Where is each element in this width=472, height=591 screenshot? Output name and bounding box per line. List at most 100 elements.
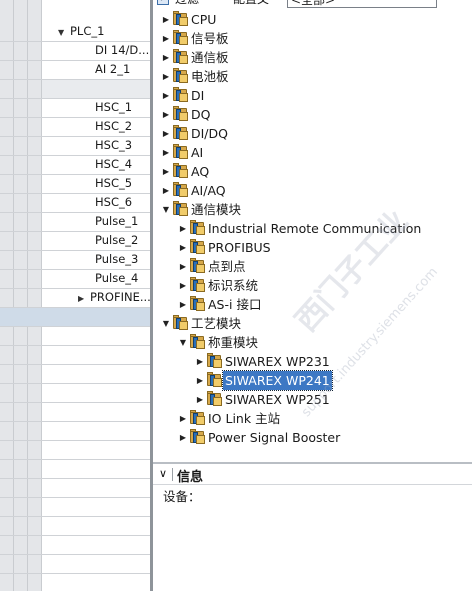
device-overview-row[interactable]: Pulse_4: [95, 269, 150, 288]
device-overview-row[interactable]: HSC_4: [95, 155, 150, 174]
collapsed-arrow-icon[interactable]: ▶: [161, 29, 171, 48]
collapsed-arrow-icon[interactable]: ▶: [161, 105, 171, 124]
device-overview-row[interactable]: Pulse_1: [95, 212, 150, 231]
row-divider: [0, 478, 150, 479]
collapsed-arrow-icon[interactable]: ▶: [161, 67, 171, 86]
collapsed-arrow-icon[interactable]: ▶: [178, 295, 188, 314]
catalog-tree-item[interactable]: ▶ DI: [161, 86, 472, 105]
catalog-tree-item[interactable]: ▶ DQ: [161, 105, 472, 124]
catalog-tree-item[interactable]: ▼ 工艺模块: [161, 314, 472, 333]
device-overview-row[interactable]: HSC_1: [95, 98, 150, 117]
catalog-tree-item[interactable]: ▼ 称重模块: [178, 333, 472, 352]
info-panel-header[interactable]: ∨ 信息: [153, 464, 472, 485]
catalog-tree-item[interactable]: ▶ SIWAREX WP241: [195, 370, 472, 391]
collapsed-arrow-icon[interactable]: ▶: [178, 257, 188, 276]
collapsed-arrow-icon[interactable]: ▶: [178, 276, 188, 295]
catalog-tree-item-label: DQ: [191, 107, 211, 122]
expanded-arrow-icon[interactable]: ▼: [58, 23, 70, 41]
collapsed-arrow-icon[interactable]: ▶: [161, 143, 171, 162]
catalog-tree-item[interactable]: ▶ AI: [161, 143, 472, 162]
catalog-tree-item[interactable]: ▶ AI/AQ: [161, 181, 472, 200]
folder-icon: [172, 182, 188, 197]
catalog-tree-item-label: 称重模块: [208, 335, 259, 350]
row-divider: [0, 345, 150, 346]
collapsed-arrow-icon[interactable]: ▶: [178, 428, 188, 447]
collapsed-arrow-icon[interactable]: ▶: [195, 390, 205, 409]
catalog-tree-item[interactable]: ▶ Industrial Remote Communication: [178, 219, 472, 238]
catalog-tree-item-label: AQ: [191, 164, 210, 179]
expanded-arrow-icon[interactable]: ▼: [161, 314, 171, 333]
chevron-down-icon[interactable]: ∨: [159, 467, 167, 480]
device-overview-row[interactable]: HSC_3: [95, 136, 150, 155]
device-overview-pane: ▼ PLC_1 DI 14/D... AI 2_1 HSC_1 HSC_2 HSC_3 HSC…: [0, 0, 150, 591]
expanded-arrow-icon[interactable]: ▼: [161, 200, 171, 219]
device-overview-row[interactable]: Pulse_3: [95, 250, 150, 269]
device-overview-row[interactable]: HSC_6: [95, 193, 150, 212]
catalog-tree-item[interactable]: ▶ 点到点: [178, 257, 472, 276]
catalog-tree-item-label: 标识系统: [208, 278, 259, 293]
filter-checkbox[interactable]: ✔: [157, 0, 169, 5]
row-divider: [0, 364, 150, 365]
collapsed-arrow-icon[interactable]: ▶: [161, 48, 171, 67]
folder-icon: [189, 258, 205, 273]
collapsed-arrow-icon[interactable]: ▶: [178, 238, 188, 257]
collapsed-arrow-icon[interactable]: ▶: [161, 10, 171, 29]
folder-icon: [172, 87, 188, 102]
catalog-tree-item[interactable]: ▶ Power Signal Booster: [178, 428, 472, 447]
catalog-tree-item-label: 信号板: [191, 31, 229, 46]
device-overview-row[interactable]: HSC_2: [95, 117, 150, 136]
row-divider: [0, 402, 150, 403]
profile-select[interactable]: <全部>: [287, 0, 437, 8]
collapsed-arrow-icon[interactable]: ▶: [78, 289, 90, 307]
collapsed-arrow-icon[interactable]: ▶: [195, 371, 205, 390]
folder-icon: [206, 353, 222, 368]
collapsed-arrow-icon[interactable]: ▶: [195, 352, 205, 371]
catalog-tree-item[interactable]: ▶ 通信板: [161, 48, 472, 67]
catalog-tree-item[interactable]: ▶ IO Link 主站: [178, 409, 472, 428]
catalog-tree-item[interactable]: ▶ CPU: [161, 10, 472, 29]
device-overview-row[interactable]: ▼ PLC_1: [58, 22, 150, 41]
catalog-tree-item[interactable]: ▶ 标识系统: [178, 276, 472, 295]
folder-icon: [172, 201, 188, 216]
catalog-tree-item[interactable]: ▶ DI/DQ: [161, 124, 472, 143]
catalog-tree-item[interactable]: ▶ PROFIBUS: [178, 238, 472, 257]
filter-checkbox-label: 过滤: [175, 0, 199, 8]
catalog-tree-item-label: PROFIBUS: [208, 240, 271, 255]
row-divider: [0, 516, 150, 517]
device-overview-row-label: HSC_4: [95, 157, 133, 171]
catalog-tree-item-label: SIWAREX WP241: [222, 370, 333, 391]
catalog-tree-item-label: 工艺模块: [191, 316, 242, 331]
folder-icon: [172, 125, 188, 140]
catalog-tree-item[interactable]: ▶ 电池板: [161, 67, 472, 86]
info-panel-body: 设备：: [153, 486, 472, 591]
catalog-tree-item[interactable]: ▶ AS-i 接口: [178, 295, 472, 314]
folder-icon: [172, 11, 188, 26]
catalog-tree-item[interactable]: ▶ AQ: [161, 162, 472, 181]
catalog-tree-item[interactable]: ▶ SIWAREX WP231: [195, 352, 472, 371]
profile-label: 配置文: [233, 0, 269, 8]
device-overview-row-label: PROFINE...: [90, 290, 150, 304]
folder-icon: [206, 372, 222, 387]
collapsed-arrow-icon[interactable]: ▶: [161, 86, 171, 105]
folder-icon: [172, 49, 188, 64]
expanded-arrow-icon[interactable]: ▼: [178, 333, 188, 352]
device-overview-row[interactable]: DI 14/D...: [95, 41, 150, 60]
device-overview-row[interactable]: Pulse_2: [95, 231, 150, 250]
folder-icon: [189, 296, 205, 311]
collapsed-arrow-icon[interactable]: ▶: [161, 181, 171, 200]
catalog-tree-item[interactable]: ▶ SIWAREX WP251: [195, 390, 472, 409]
device-overview-row[interactable]: ▶ PROFINE...: [78, 288, 150, 307]
collapsed-arrow-icon[interactable]: ▶: [178, 409, 188, 428]
device-overview-row[interactable]: HSC_5: [95, 174, 150, 193]
catalog-tree-item[interactable]: ▼ 通信模块: [161, 200, 472, 219]
device-label: 设备：: [163, 489, 201, 504]
catalog-tree-item[interactable]: ▶ 信号板: [161, 29, 472, 48]
catalog-tree-item-label: SIWAREX WP231: [225, 354, 330, 369]
collapsed-arrow-icon[interactable]: ▶: [161, 124, 171, 143]
collapsed-arrow-icon[interactable]: ▶: [161, 162, 171, 181]
device-overview-row[interactable]: AI 2_1: [95, 60, 150, 79]
collapsed-arrow-icon[interactable]: ▶: [178, 219, 188, 238]
row-divider: [0, 459, 150, 460]
device-overview-row[interactable]: [95, 79, 150, 98]
folder-icon: [172, 68, 188, 83]
